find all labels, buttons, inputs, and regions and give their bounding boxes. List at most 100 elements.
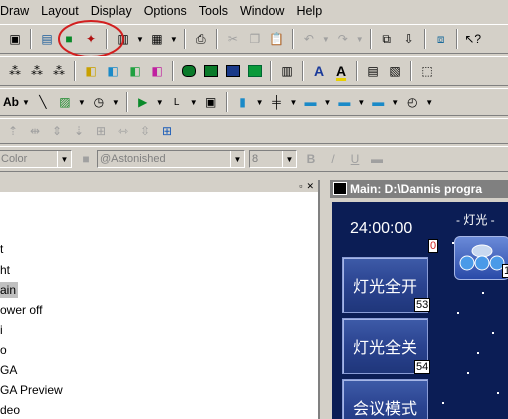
folder-icon[interactable]: ▬ (367, 149, 387, 169)
tree-item[interactable]: i (0, 322, 3, 338)
chevron-down-icon[interactable]: ▼ (282, 151, 296, 167)
horizontal-slider-icon[interactable]: ▬ (334, 92, 354, 112)
timer-icon[interactable]: ◴ (402, 92, 422, 112)
horizontal-slider-icon[interactable]: ▬ (300, 92, 320, 112)
menu-options[interactable]: Options (138, 4, 193, 18)
button-style-icon[interactable] (179, 61, 199, 81)
select-icon[interactable]: ⬚ (417, 61, 437, 81)
tree-item[interactable]: o (0, 342, 7, 358)
tree-item[interactable]: ower off (0, 302, 42, 318)
align-middle-icon[interactable]: ⇕ (47, 121, 67, 141)
button-style-icon[interactable] (223, 61, 243, 81)
grid-icon[interactable]: ⊞ (157, 121, 177, 141)
menu-window[interactable]: Window (234, 4, 290, 18)
sparkle-icon[interactable]: ⁂ (5, 61, 25, 81)
window-icon[interactable]: ▦ (147, 29, 167, 49)
design-canvas[interactable]: 24:00:00 0 - 灯光 - 1 灯光全开 53 灯光全关 54 会议模式 (332, 202, 508, 419)
menu-help[interactable]: Help (290, 4, 328, 18)
align-top-icon[interactable]: ⇡ (3, 121, 23, 141)
chevron-down-icon[interactable]: ▼ (356, 35, 364, 44)
chevron-down-icon[interactable]: ▼ (323, 98, 331, 107)
image-icon[interactable]: ▨ (55, 92, 75, 112)
menu-tools[interactable]: Tools (193, 4, 234, 18)
label-icon[interactable]: L (167, 92, 187, 112)
chevron-down-icon[interactable]: ▼ (170, 35, 178, 44)
menu-draw[interactable]: Draw (0, 4, 35, 18)
import-icon[interactable]: ⇩ (399, 29, 419, 49)
align-center-h-icon[interactable]: ⇹ (25, 121, 45, 141)
copy-icon[interactable]: ❐ (245, 29, 265, 49)
chevron-down-icon[interactable]: ▼ (290, 98, 298, 107)
italic-button[interactable]: / (323, 149, 343, 169)
menu-display[interactable]: Display (85, 4, 138, 18)
cut-icon[interactable]: ✂ (223, 29, 243, 49)
chevron-down-icon[interactable]: ▼ (357, 98, 365, 107)
book-icon[interactable]: ▥ (277, 61, 297, 81)
shape-color-icon[interactable]: ◧ (125, 61, 145, 81)
distribute-icon[interactable]: ⊞ (91, 121, 111, 141)
space-v-icon[interactable]: ⇳ (135, 121, 155, 141)
font-size-select[interactable]: 8 ▼ (249, 150, 297, 168)
button-style-icon[interactable] (201, 61, 221, 81)
chevron-down-icon[interactable]: ▼ (190, 98, 198, 107)
tree-item[interactable]: GA Preview (0, 382, 63, 398)
play-button-icon[interactable]: ▶ (133, 92, 153, 112)
print-icon[interactable]: ⎙ (191, 29, 211, 49)
undo-icon[interactable]: ↶ (299, 29, 319, 49)
tree-item-selected[interactable]: ain (0, 282, 19, 298)
fill-color-icon[interactable]: ■ (76, 149, 96, 169)
chevron-down-icon[interactable]: ▼ (57, 151, 71, 167)
tree-item[interactable]: deo (0, 402, 20, 418)
space-h-icon[interactable]: ⇿ (113, 121, 133, 141)
chevron-down-icon[interactable]: ▼ (256, 98, 264, 107)
chevron-down-icon[interactable]: ▼ (78, 98, 86, 107)
shape-color-icon[interactable]: ◧ (103, 61, 123, 81)
chevron-down-icon[interactable]: ▼ (425, 98, 433, 107)
light-control-icon[interactable] (454, 236, 508, 280)
sparkle-icon[interactable]: ⁂ (49, 61, 69, 81)
menu-layout[interactable]: Layout (35, 4, 85, 18)
font-select[interactable]: @Astonished ▼ (97, 150, 245, 168)
bold-button[interactable]: B (301, 149, 321, 169)
page-tree-pane: ▫ ✕ t ht ain ower off i o GA GA Preview … (0, 180, 320, 419)
horizontal-slider-icon[interactable]: ▬ (368, 92, 388, 112)
close-icon[interactable]: ✕ (306, 181, 314, 192)
layers-icon[interactable]: ⧈ (431, 29, 451, 49)
tree-item[interactable]: GA (0, 362, 17, 378)
underline-button[interactable]: U (345, 149, 365, 169)
help-pointer-icon[interactable]: ↖? (463, 29, 483, 49)
align-bottom-icon[interactable]: ⇣ (69, 121, 89, 141)
font-highlight-icon[interactable]: A (331, 61, 351, 81)
text-box-icon[interactable]: ▤ (363, 61, 383, 81)
fader-icon[interactable]: ╪ (267, 92, 287, 112)
clock-icon[interactable]: ◷ (89, 92, 109, 112)
download-icon[interactable]: ▤ (37, 29, 57, 49)
sparkle-icon[interactable]: ⁂ (27, 61, 47, 81)
shape-color-icon[interactable]: ◧ (81, 61, 101, 81)
redo-icon[interactable]: ↷ (333, 29, 353, 49)
chevron-down-icon[interactable]: ▼ (112, 98, 120, 107)
tree-item[interactable]: t (0, 241, 3, 257)
button-style-icon[interactable] (245, 61, 265, 81)
shape-color-icon[interactable]: ◧ (147, 61, 167, 81)
chevron-down-icon[interactable]: ▼ (391, 98, 399, 107)
document-icon[interactable]: ▧ (385, 61, 405, 81)
chevron-down-icon[interactable]: ▼ (22, 98, 30, 107)
tree-item[interactable]: ht (0, 262, 10, 278)
project-icon[interactable]: ▣ (5, 29, 25, 49)
paste-icon[interactable]: 📋 (267, 29, 287, 49)
restore-icon[interactable]: ▫ (299, 181, 302, 191)
font-color-icon[interactable]: A (309, 61, 329, 81)
meeting-mode-button[interactable]: 会议模式 (342, 379, 428, 419)
chevron-down-icon[interactable]: ▼ (230, 151, 244, 167)
line-icon[interactable]: ╲ (33, 92, 53, 112)
chevron-down-icon[interactable]: ▼ (156, 98, 164, 107)
color-select[interactable]: Color ▼ (0, 150, 72, 168)
vertical-slider-icon[interactable]: ▮ (233, 92, 253, 112)
text-tool[interactable]: Ab (3, 92, 19, 112)
frame-icon[interactable]: ▣ (201, 92, 221, 112)
chevron-down-icon[interactable]: ▼ (322, 35, 330, 44)
window-titlebar[interactable]: Main: D:\Dannis progra (330, 180, 508, 198)
screenshot-icon[interactable]: ⧉ (377, 29, 397, 49)
chevron-down-icon[interactable]: ▼ (136, 35, 144, 44)
